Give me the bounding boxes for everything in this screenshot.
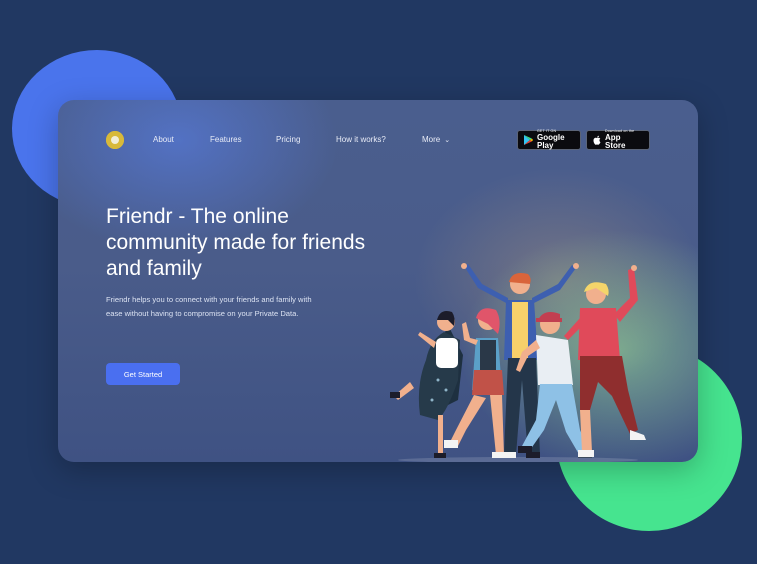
nav-item-more[interactable]: More ⌄ <box>422 135 450 144</box>
logo-icon[interactable] <box>106 131 124 149</box>
hero-card: About Features Pricing How it works? Mor… <box>58 100 698 462</box>
google-play-label: Google Play <box>537 133 565 151</box>
chevron-down-icon: ⌄ <box>444 137 451 144</box>
get-started-button[interactable]: Get Started <box>106 363 180 385</box>
nav-item-more-label: More <box>422 135 441 144</box>
friends-group-illustration <box>390 263 646 462</box>
hero-description: Friendr helps you to connect with your f… <box>106 295 312 318</box>
google-play-button[interactable]: GET IT ON Google Play <box>517 129 581 151</box>
apple-icon <box>593 135 601 145</box>
google-play-icon <box>524 135 533 145</box>
nav-item-about[interactable]: About <box>153 135 174 144</box>
app-store-label: App Store <box>605 133 626 151</box>
nav-item-features[interactable]: Features <box>210 135 242 144</box>
hero-headline: Friendr - The online community made for … <box>106 205 366 280</box>
nav-item-how-it-works[interactable]: How it works? <box>336 135 386 144</box>
nav-item-pricing[interactable]: Pricing <box>276 135 300 144</box>
app-store-button[interactable]: Download on the App Store <box>586 129 650 151</box>
